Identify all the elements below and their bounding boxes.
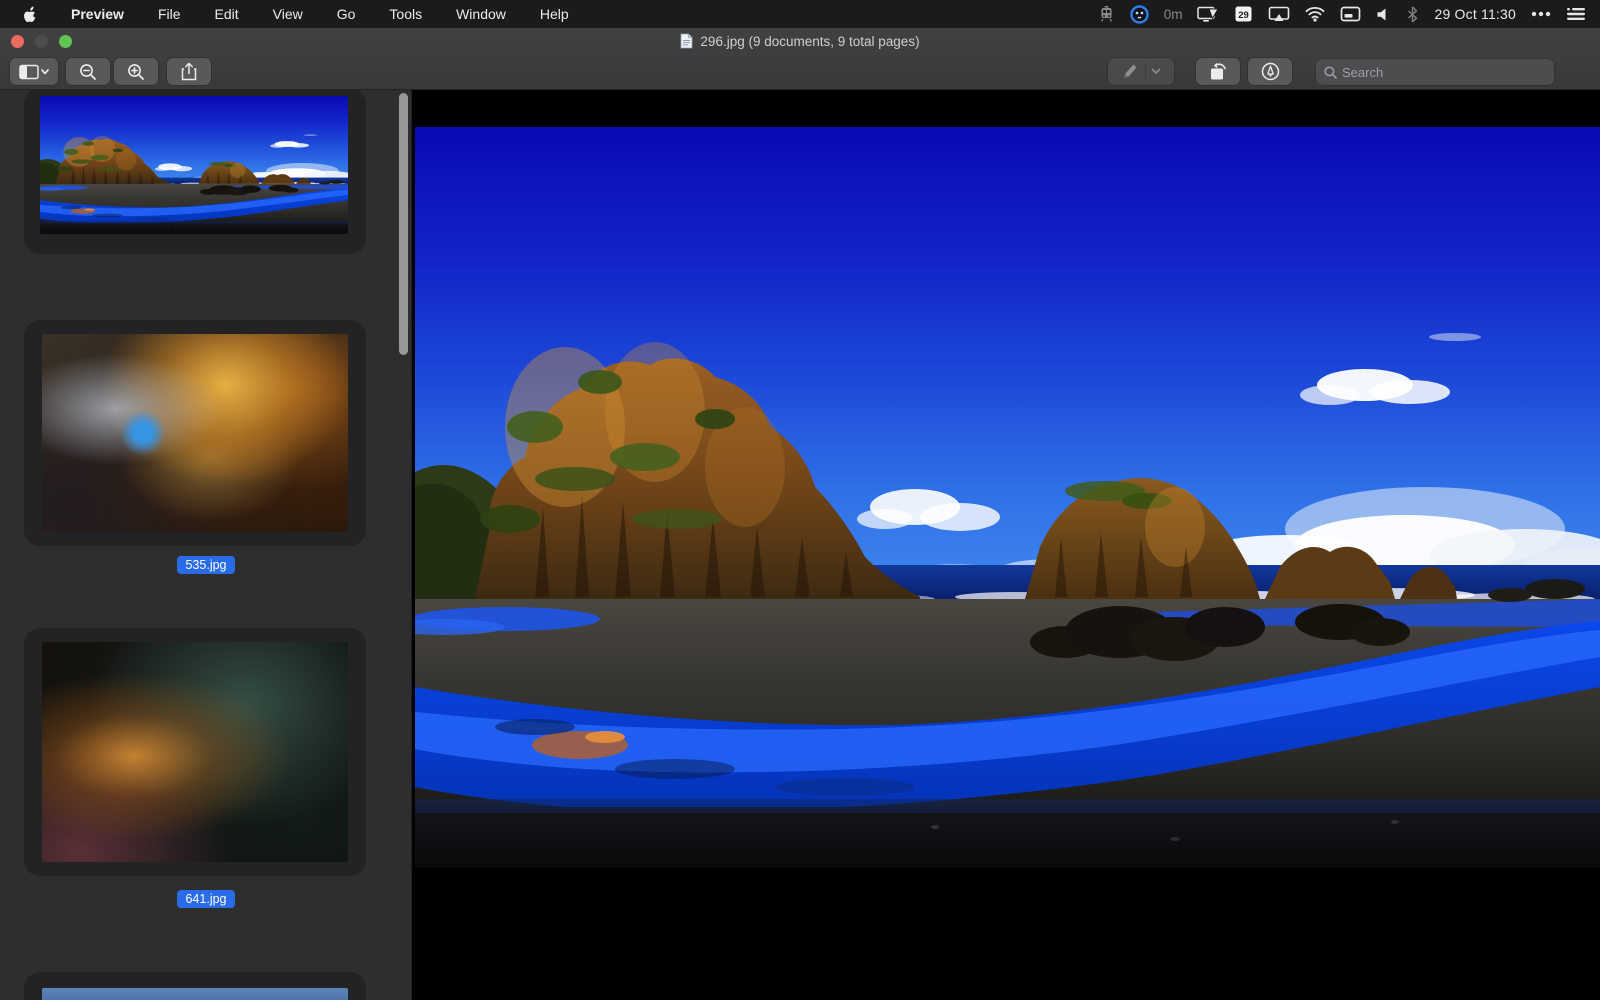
menu-tools[interactable]: Tools [389,6,422,22]
search-field[interactable] [1316,59,1554,85]
document-icon [680,33,693,49]
menu-clock[interactable]: 29 Oct 11:30 [1434,6,1516,22]
thumbnail-641-label[interactable]: 641.jpg [177,890,234,908]
segment-divider [1145,63,1146,80]
share-icon [181,62,197,81]
preview-app-window: Preview File Edit View Go Tools Window H… [0,0,1600,1000]
sidebar-item-641[interactable] [24,628,366,876]
screen-mirroring-icon[interactable] [1268,5,1290,23]
marker-icon [1121,63,1140,80]
toolbar [0,58,1600,88]
thumbnail-sidebar: 296.jpg 535.jpg 641.jpg [0,90,412,1000]
blue-app-icon[interactable] [1130,5,1149,24]
zoom-out-icon [79,63,97,81]
menu-file[interactable]: File [158,6,181,22]
list-icon[interactable] [1566,7,1586,21]
sidecar-display-icon[interactable] [1197,5,1219,23]
sidebar-scrollbar[interactable] [399,93,408,355]
thumbnail-535-label-row: 535.jpg [0,556,412,574]
menu-go[interactable]: Go [337,6,356,22]
wifi-icon[interactable] [1305,6,1325,22]
search-icon [1324,66,1337,79]
main-image-296 [415,127,1600,868]
apple-logo-icon [22,5,37,23]
markup-toolbar-icon [1261,62,1280,81]
share-button[interactable] [167,58,211,85]
sidebar-toggle-icon [19,64,49,80]
sidebar-item-partial[interactable] [24,972,366,1000]
main-canvas [413,90,1600,1000]
rotate-left-button[interactable] [1196,58,1240,85]
calendar-day: 29 [1239,10,1250,21]
thumbnail-535-label[interactable]: 535.jpg [177,556,234,574]
calendar-icon[interactable]: 29 [1234,5,1253,23]
menu-edit[interactable]: Edit [215,6,239,22]
more-icon[interactable] [1531,11,1551,17]
menu-window[interactable]: Window [456,6,506,22]
bluetooth-icon[interactable] [1406,6,1419,23]
timer-status[interactable]: 0m [1164,7,1183,22]
markup-toolbar-button[interactable] [1248,58,1292,85]
thumbnail-535-image [42,334,348,532]
thumbnail-641-label-row: 641.jpg [0,890,412,908]
menu-view[interactable]: View [273,6,303,22]
tram-icon[interactable] [1098,5,1115,23]
markup-pen-button [1108,58,1174,85]
thumbnail-296-image [40,96,348,234]
menu-preview[interactable]: Preview [71,6,124,22]
sidebar-toggle-button[interactable] [10,58,58,85]
menu-bar: Preview File Edit View Go Tools Window H… [0,0,1600,28]
menu-help[interactable]: Help [540,6,569,22]
window-content: 296.jpg 535.jpg 641.jpg [0,90,1600,1000]
zoom-out-button[interactable] [66,58,110,85]
apple-menu[interactable] [22,5,37,23]
screen-sharing-icon[interactable] [1340,6,1361,22]
window-title: 296.jpg (9 documents, 9 total pages) [700,34,919,49]
sidebar-item-535[interactable] [24,320,366,546]
search-input[interactable] [1342,65,1546,80]
sidebar-item-296[interactable] [24,90,366,254]
volume-icon[interactable] [1376,7,1391,22]
title-bar: 296.jpg (9 documents, 9 total pages) [0,33,1600,49]
chevron-down-icon [1151,68,1161,75]
zoom-in-icon [127,63,145,81]
rotate-left-icon [1208,62,1228,81]
thumbnail-partial-image [42,988,348,1000]
zoom-in-button[interactable] [114,58,158,85]
window-chrome: 296.jpg (9 documents, 9 total pages) [0,28,1600,90]
thumbnail-641-image [42,642,348,862]
